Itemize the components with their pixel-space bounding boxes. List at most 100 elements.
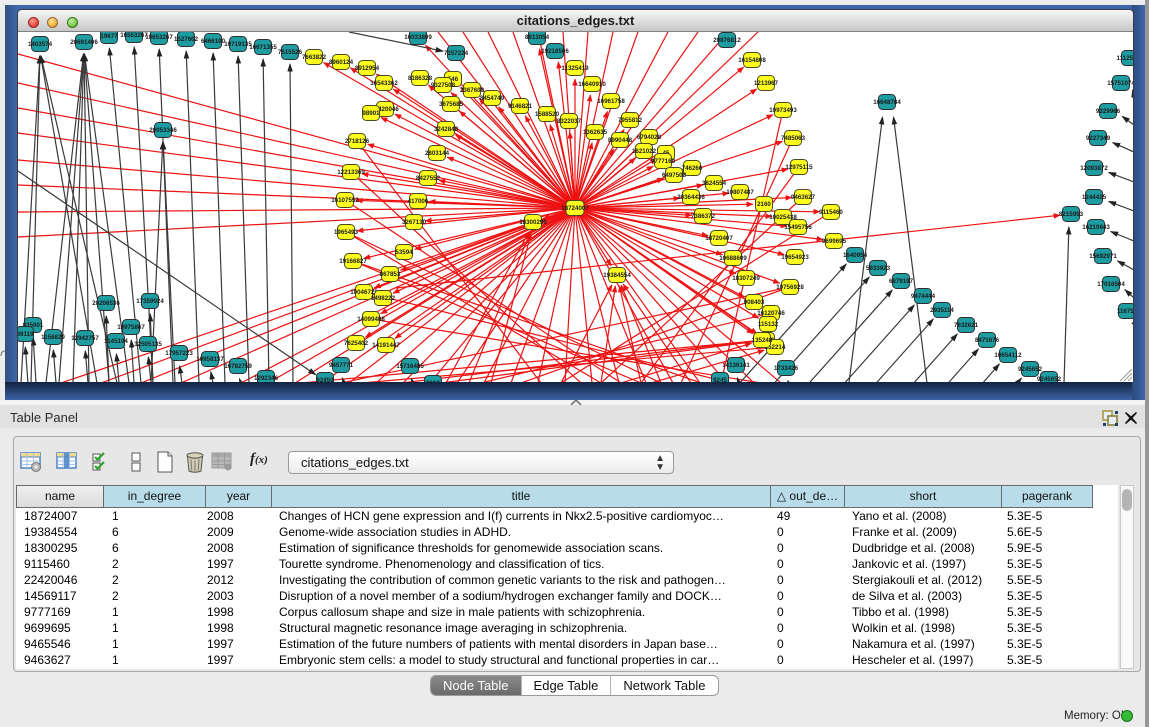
svg-text:9245652: 9245652 [1037, 376, 1062, 382]
svg-text:3267130: 3267130 [402, 219, 427, 226]
svg-text:10719135: 10719135 [224, 41, 252, 48]
svg-text:1621022: 1621022 [632, 148, 657, 155]
svg-text:1213967: 1213967 [754, 80, 779, 87]
svg-text:9610: 9610 [426, 380, 440, 382]
svg-text:9245652: 9245652 [1018, 366, 1043, 373]
svg-text:18720407: 18720407 [705, 235, 733, 242]
svg-text:9327508: 9327508 [431, 82, 456, 89]
svg-text:15751074: 15751074 [1107, 80, 1134, 87]
svg-text:8322037: 8322037 [557, 118, 582, 125]
svg-text:9777169: 9777169 [651, 158, 676, 165]
svg-text:8990448: 8990448 [608, 137, 633, 144]
svg-text:9463627: 9463627 [791, 194, 816, 201]
svg-text:1588520: 1588520 [535, 111, 560, 118]
svg-text:17016504: 17016504 [1097, 281, 1125, 288]
svg-text:19384554: 19384554 [603, 272, 631, 279]
svg-text:18307249: 18307249 [732, 275, 760, 282]
svg-text:14099488: 14099488 [357, 316, 385, 323]
svg-text:7386372: 7386372 [691, 213, 716, 220]
svg-text:15716485: 15716485 [396, 363, 424, 370]
svg-text:2803144: 2803144 [425, 150, 450, 157]
svg-text:12975115: 12975115 [785, 164, 813, 171]
svg-text:8454749: 8454749 [480, 95, 505, 102]
svg-text:6497508: 6497508 [662, 172, 687, 179]
svg-text:16553267: 16553267 [120, 32, 148, 39]
svg-text:9699695: 9699695 [822, 238, 847, 245]
svg-text:7357224: 7357224 [444, 50, 469, 57]
svg-text:11325419: 11325419 [561, 65, 589, 72]
svg-text:15692971: 15692971 [1089, 253, 1117, 260]
svg-text:1403574: 1403574 [28, 41, 53, 48]
svg-text:98901: 98901 [362, 110, 380, 117]
svg-text:7663822: 7663822 [302, 54, 327, 61]
svg-text:1733426: 1733426 [774, 365, 799, 372]
svg-text:16543362: 16543362 [370, 80, 398, 87]
svg-text:20691406: 20691406 [70, 39, 98, 46]
svg-text:8912954: 8912954 [355, 65, 380, 72]
svg-text:10807487: 10807487 [726, 189, 754, 196]
svg-text:15495756: 15495756 [784, 224, 812, 231]
svg-text:9457771: 9457771 [329, 362, 354, 369]
svg-text:10958137: 10958137 [196, 356, 224, 363]
svg-text:16154808: 16154808 [738, 57, 766, 64]
svg-text:6879197: 6879197 [889, 278, 914, 285]
svg-text:8471676: 8471676 [975, 337, 1000, 344]
svg-text:12213369: 12213369 [337, 169, 365, 176]
svg-text:1244415: 1244415 [1082, 194, 1107, 201]
svg-text:1156829: 1156829 [41, 334, 65, 341]
svg-text:10975867: 10975867 [117, 324, 145, 331]
svg-text:2160: 2160 [757, 201, 771, 208]
svg-text:16107552: 16107552 [331, 197, 359, 204]
svg-text:417006: 417006 [408, 198, 429, 205]
svg-text:17359924: 17359924 [136, 298, 164, 305]
svg-text:7625402: 7625402 [344, 340, 369, 347]
svg-text:1527602: 1527602 [174, 36, 199, 43]
svg-text:1292346: 1292346 [254, 375, 279, 382]
svg-text:39119: 39119 [18, 331, 34, 338]
svg-text:20364436: 20364436 [677, 194, 705, 201]
svg-text:3824554: 3824554 [702, 180, 727, 187]
svg-text:135248: 135248 [752, 337, 773, 344]
svg-text:16120746: 16120746 [757, 310, 785, 317]
svg-text:1498222: 1498222 [371, 295, 396, 302]
svg-text:867853: 867853 [380, 271, 401, 278]
svg-text:7485063: 7485063 [781, 135, 806, 142]
svg-text:9329966: 9329966 [1096, 108, 1121, 115]
svg-text:1965493: 1965493 [334, 229, 359, 236]
svg-text:19677: 19677 [100, 33, 118, 40]
svg-text:9227349: 9227349 [1086, 135, 1111, 142]
svg-text:19218506: 19218506 [541, 48, 569, 55]
svg-text:16210643: 16210643 [1082, 224, 1110, 231]
svg-text:8186328: 8186328 [408, 75, 433, 82]
svg-text:19166827: 19166827 [339, 258, 367, 265]
svg-text:10653267: 10653267 [145, 34, 173, 41]
svg-text:92450: 92450 [316, 377, 334, 382]
svg-text:9474444: 9474444 [911, 293, 936, 300]
svg-text:9115460: 9115460 [819, 209, 843, 216]
svg-text:6466100: 6466100 [201, 38, 226, 45]
svg-text:10654112: 10654112 [994, 352, 1022, 359]
svg-text:1145194: 1145194 [104, 338, 128, 345]
svg-text:16671355: 16671355 [249, 44, 277, 51]
svg-text:10688609: 10688609 [719, 255, 747, 262]
svg-text:9245: 9245 [713, 377, 727, 382]
svg-text:2935114: 2935114 [930, 307, 954, 314]
svg-text:8960124: 8960124 [329, 59, 354, 66]
svg-text:16782759: 16782759 [224, 363, 252, 370]
svg-text:8427552: 8427552 [416, 175, 441, 182]
svg-text:7632621: 7632621 [954, 322, 979, 329]
svg-text:16961758: 16961758 [597, 98, 625, 105]
svg-text:18724007: 18724007 [561, 205, 589, 212]
svg-text:1640954: 1640954 [843, 252, 868, 259]
svg-text:20053346: 20053346 [149, 127, 177, 134]
svg-text:746266: 746266 [682, 165, 703, 172]
svg-text:8813054: 8813054 [525, 34, 550, 41]
svg-text:16648784: 16648784 [873, 99, 901, 106]
svg-text:19654923: 19654923 [781, 254, 809, 261]
svg-text:5933923: 5933923 [866, 265, 891, 272]
svg-text:3242848: 3242848 [434, 126, 459, 133]
svg-text:20876812: 20876812 [713, 37, 741, 44]
svg-text:2367608: 2367608 [460, 87, 485, 94]
svg-text:16033809: 16033809 [404, 34, 432, 41]
svg-text:10756928: 10756928 [776, 284, 804, 291]
